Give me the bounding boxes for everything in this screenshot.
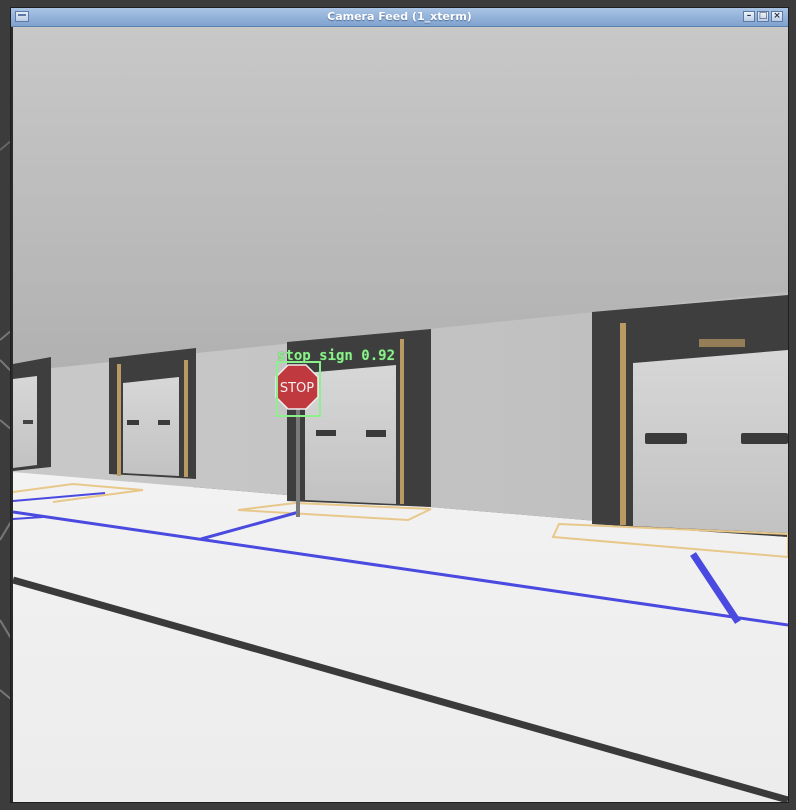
stop-sign-pole — [296, 405, 300, 517]
camera-scene: STOP — [13, 27, 788, 802]
detection-bounding-box — [276, 361, 321, 417]
camera-feed-view: STOP stop sign 0.92 — [13, 27, 788, 802]
dock-door-2 — [109, 348, 196, 479]
close-button[interactable]: × — [771, 11, 783, 22]
dock-door-1 — [13, 357, 51, 471]
maximize-button[interactable]: □ — [757, 11, 769, 22]
title-bar[interactable]: Camera Feed (1_xterm) – □ × — [11, 8, 788, 27]
camera-feed-window: Camera Feed (1_xterm) – □ × STOP stop si… — [11, 8, 788, 802]
desktop: Camera Feed (1_xterm) – □ × STOP stop si… — [0, 0, 796, 810]
detection-label: stop sign 0.92 — [277, 348, 396, 364]
window-title: Camera Feed (1_xterm) — [327, 10, 472, 23]
minimize-button[interactable]: – — [743, 11, 755, 22]
